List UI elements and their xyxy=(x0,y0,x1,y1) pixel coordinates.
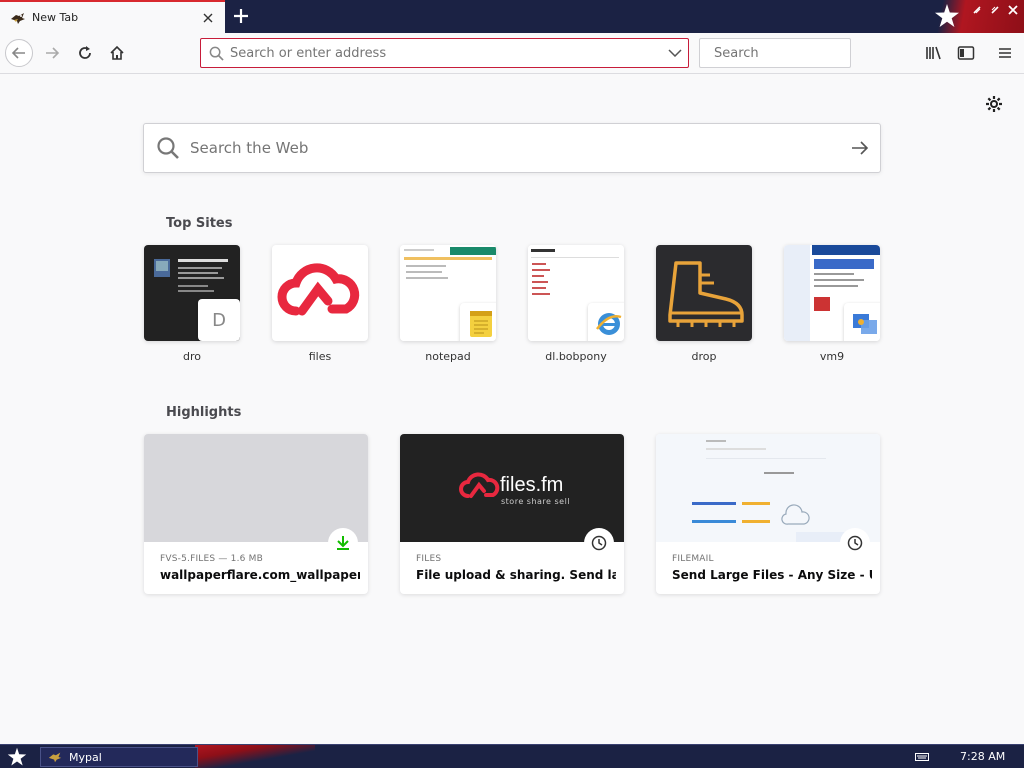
highlight-card[interactable]: FILEMAIL Send Large Files - Any Size - U… xyxy=(656,434,880,594)
tab-new-tab[interactable]: New Tab xyxy=(0,0,225,33)
card-source: FILEMAIL xyxy=(672,554,714,564)
download-icon xyxy=(328,528,358,558)
card-preview: files.fm store share sell xyxy=(400,434,624,542)
arrow-left-icon xyxy=(11,47,25,59)
url-input[interactable] xyxy=(230,45,662,61)
card-title: File upload & sharing. Send large... xyxy=(416,568,616,582)
search-icon xyxy=(157,137,179,159)
back-button[interactable] xyxy=(5,39,33,67)
sidebar-toggle-button[interactable] xyxy=(953,40,979,66)
new-tab-button[interactable] xyxy=(229,4,253,28)
search-go-button[interactable] xyxy=(840,128,880,168)
web-search-input[interactable] xyxy=(190,139,840,157)
site-thumbnail xyxy=(784,245,880,341)
top-sites-heading: Top Sites xyxy=(166,216,233,231)
top-site-tile[interactable]: dl.bobpony xyxy=(528,245,624,363)
site-label: dro xyxy=(183,350,201,363)
site-thumbnail xyxy=(656,245,752,341)
home-icon xyxy=(110,45,124,60)
site-label: vm9 xyxy=(819,350,845,363)
top-site-tile[interactable]: D dro xyxy=(144,245,240,363)
site-badge: D xyxy=(198,299,240,341)
sidebar-icon xyxy=(957,46,975,60)
star-icon xyxy=(7,747,27,766)
card-title: wallpaperflare.com_wallpaper.jpg xyxy=(160,568,360,582)
chevron-down-icon[interactable] xyxy=(662,40,688,66)
web-search-box[interactable] xyxy=(143,123,881,173)
library-button[interactable] xyxy=(921,40,947,66)
taskbar: Mypal 7:28 AM xyxy=(0,744,1024,768)
notepad-icon xyxy=(460,303,496,341)
highlight-card[interactable]: files.fm store share sell FILES File upl… xyxy=(400,434,624,594)
internet-explorer-icon xyxy=(588,303,624,341)
arrow-right-icon xyxy=(46,47,60,59)
search-icon xyxy=(209,46,224,61)
url-bar[interactable] xyxy=(200,38,689,68)
home-button[interactable] xyxy=(103,39,131,67)
close-window-icon[interactable] xyxy=(1006,3,1020,17)
taskbar-app-mypal[interactable]: Mypal xyxy=(40,747,198,767)
navigation-toolbar xyxy=(0,33,1024,74)
card-title: Send Large Files - Any Size - Up ... xyxy=(672,568,872,582)
taskbar-flag-decoration xyxy=(195,745,315,768)
main-menu-button[interactable] xyxy=(992,40,1018,66)
star-icon xyxy=(935,4,959,27)
top-site-tile[interactable]: vm9 xyxy=(784,245,880,363)
search-input[interactable] xyxy=(714,45,884,61)
card-preview xyxy=(144,434,368,542)
site-label: files xyxy=(308,350,332,363)
mypal-bird-icon xyxy=(11,12,25,24)
search-bar[interactable] xyxy=(699,38,884,68)
files-fm-logo-icon xyxy=(277,263,360,316)
site-thumbnail xyxy=(400,245,496,341)
settings-gear-icon[interactable] xyxy=(984,94,1004,114)
clock-icon xyxy=(840,528,870,558)
taskbar-clock[interactable]: 7:28 AM xyxy=(960,750,1005,763)
hamburger-icon xyxy=(999,48,1011,58)
tab-strip: New Tab xyxy=(0,0,1024,33)
reload-icon xyxy=(79,46,91,59)
site-thumbnail xyxy=(528,245,624,341)
virtual-machine-icon xyxy=(844,303,880,341)
taskbar-app-label: Mypal xyxy=(69,750,102,764)
forward-button[interactable] xyxy=(38,39,66,67)
files-fm-wordmark: files.fm xyxy=(500,474,564,496)
card-source: FILES xyxy=(416,554,442,564)
tab-title: New Tab xyxy=(32,11,79,24)
top-site-tile[interactable]: files xyxy=(272,245,368,363)
library-icon xyxy=(926,46,941,60)
start-button[interactable] xyxy=(5,746,29,768)
top-site-tile[interactable]: drop xyxy=(656,245,752,363)
minimize-icon[interactable] xyxy=(970,3,984,17)
top-site-tile[interactable]: notepad xyxy=(400,245,496,363)
site-thumbnail xyxy=(272,245,368,341)
window-controls xyxy=(970,3,1020,17)
maximize-icon[interactable] xyxy=(988,3,1002,17)
highlight-card[interactable]: FVS-5.FILES — 1.6 MB wallpaperflare.com_… xyxy=(144,434,368,594)
site-label: notepad xyxy=(425,350,471,363)
keyboard-icon[interactable] xyxy=(915,753,929,761)
card-source: FVS-5.FILES — 1.6 MB xyxy=(160,554,263,564)
arrow-right-icon xyxy=(852,141,869,155)
boot-icon xyxy=(668,261,744,327)
files-fm-tagline: store share sell xyxy=(501,497,571,506)
card-preview xyxy=(656,434,880,542)
mypal-bird-icon xyxy=(48,752,62,763)
close-tab-icon[interactable] xyxy=(197,7,219,29)
highlights-heading: Highlights xyxy=(166,405,242,420)
site-thumbnail: D xyxy=(144,245,240,341)
site-label: dl.bobpony xyxy=(545,350,607,363)
site-label: drop xyxy=(691,350,717,363)
reload-button[interactable] xyxy=(71,39,99,67)
clock-icon xyxy=(584,528,614,558)
